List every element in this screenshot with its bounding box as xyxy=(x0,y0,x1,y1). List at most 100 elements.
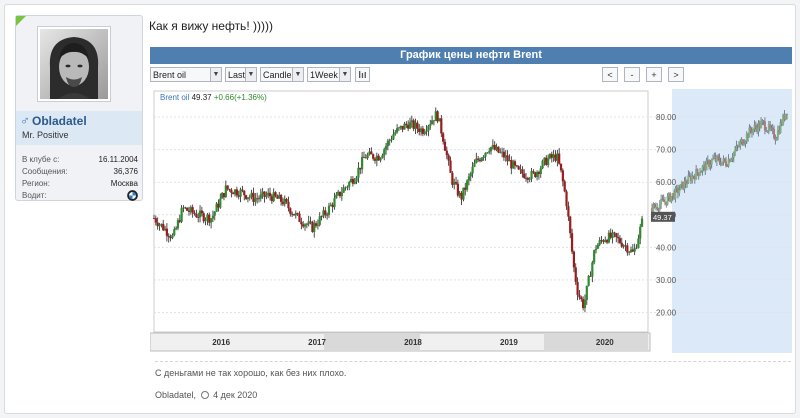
candle xyxy=(158,224,161,227)
candle xyxy=(211,215,215,219)
candle xyxy=(480,157,483,162)
candle xyxy=(386,140,389,147)
candle xyxy=(465,180,469,190)
interval-select-value: 1Week xyxy=(310,70,338,80)
post-author-link[interactable]: Obladatel xyxy=(155,390,194,400)
candle xyxy=(243,190,246,196)
chevron-down-icon: ▼ xyxy=(210,68,221,81)
candle xyxy=(442,133,445,142)
candle xyxy=(547,158,550,166)
interval-select[interactable]: 1Week ▼ xyxy=(307,67,351,82)
page-background: ♂ Obladatel Mr. Positive В клубе с: 16.1… xyxy=(0,0,800,418)
candle xyxy=(626,245,629,253)
forecast-candle xyxy=(656,206,659,210)
candle xyxy=(361,156,364,170)
candle xyxy=(469,173,472,177)
candle xyxy=(372,154,375,159)
info-messages: Сообщения: 36,376 xyxy=(22,167,138,179)
candle xyxy=(416,122,419,129)
candle xyxy=(569,216,572,234)
candle xyxy=(394,132,397,135)
clock-icon xyxy=(200,391,209,399)
male-icon: ♂ xyxy=(20,113,30,128)
post-date-link[interactable]: 4 дек 2020 xyxy=(213,390,257,400)
candle xyxy=(204,219,207,222)
candle xyxy=(300,221,303,225)
candle xyxy=(180,207,183,222)
candle xyxy=(186,207,189,211)
candle xyxy=(235,189,238,196)
forecast-candle xyxy=(786,113,789,115)
candle xyxy=(342,187,345,193)
avatar-frame[interactable] xyxy=(37,26,111,102)
candle xyxy=(353,181,356,184)
candle xyxy=(265,195,268,197)
chart-type-select[interactable]: Candle ▼ xyxy=(260,67,304,82)
zoom-out-button[interactable]: - xyxy=(624,67,640,82)
candle xyxy=(427,126,430,131)
candle xyxy=(384,146,388,150)
candle xyxy=(381,155,384,159)
candle xyxy=(443,141,447,151)
candle xyxy=(383,149,386,156)
candle xyxy=(193,212,196,215)
indicators-button[interactable] xyxy=(355,67,370,82)
info-region-value: Москва xyxy=(110,179,138,188)
instrument-select[interactable]: Brent oil ▼ xyxy=(150,67,222,82)
y-tick-label: 20.00 xyxy=(656,308,677,317)
candle xyxy=(639,226,642,239)
candle xyxy=(449,160,452,173)
x-tick-label: 2020 xyxy=(596,338,614,347)
forecast-candle xyxy=(763,121,766,131)
candle xyxy=(324,210,327,215)
forecast-candle xyxy=(658,204,661,210)
user-signature: С деньгами не так хорошо, как без них пл… xyxy=(155,368,347,378)
forecast-candle xyxy=(723,158,726,162)
candle xyxy=(257,198,261,200)
candle xyxy=(583,300,587,308)
candle xyxy=(392,134,395,140)
forecast-candle xyxy=(696,169,699,173)
legend: Brent oil 49.37 +0.66(+1.36%) xyxy=(160,93,267,102)
scroll-right-button[interactable]: > xyxy=(668,67,684,82)
candle xyxy=(617,236,620,239)
user-namebar: ♂ Obladatel Mr. Positive xyxy=(16,111,142,145)
candle xyxy=(515,165,518,167)
candle xyxy=(615,233,618,237)
candle xyxy=(567,206,570,217)
forecast-candle xyxy=(752,129,755,133)
candle xyxy=(521,169,524,174)
candle xyxy=(379,158,382,161)
zoom-in-button[interactable]: + xyxy=(646,67,662,82)
candle xyxy=(405,123,408,125)
candle xyxy=(447,155,450,161)
candle xyxy=(445,150,448,156)
info-joined-label: В клубе с: xyxy=(22,155,60,164)
candle xyxy=(226,185,229,190)
candle xyxy=(425,130,428,132)
candlestick-chart[interactable]: 2016201720182019202080.0070.0060.0050.00… xyxy=(150,89,792,353)
forecast-candle xyxy=(709,164,712,167)
scroll-left-button[interactable]: < xyxy=(602,67,618,82)
forecast-candle xyxy=(684,181,687,185)
candle xyxy=(565,191,568,207)
price-type-select[interactable]: Last ▼ xyxy=(225,67,257,82)
forecast-candle xyxy=(730,159,733,162)
forecast-candle xyxy=(678,190,681,194)
candle xyxy=(154,218,157,223)
info-messages-value[interactable]: 36,376 xyxy=(114,167,138,176)
username-link[interactable]: Obladatel xyxy=(32,114,87,128)
x-tick-label: 2016 xyxy=(212,338,230,347)
forecast-candle xyxy=(773,129,776,139)
info-drives: Водит: xyxy=(22,190,138,203)
candle xyxy=(335,194,338,199)
candle xyxy=(318,216,321,225)
candle xyxy=(541,160,544,169)
forecast-candle xyxy=(717,155,720,158)
avatar[interactable] xyxy=(40,29,108,99)
candle xyxy=(467,176,471,181)
candle xyxy=(640,218,644,227)
candle xyxy=(167,235,170,237)
brent-chart-widget: График цены нефти Brent Brent oil ▼ Last… xyxy=(150,47,792,353)
candle xyxy=(285,198,288,202)
